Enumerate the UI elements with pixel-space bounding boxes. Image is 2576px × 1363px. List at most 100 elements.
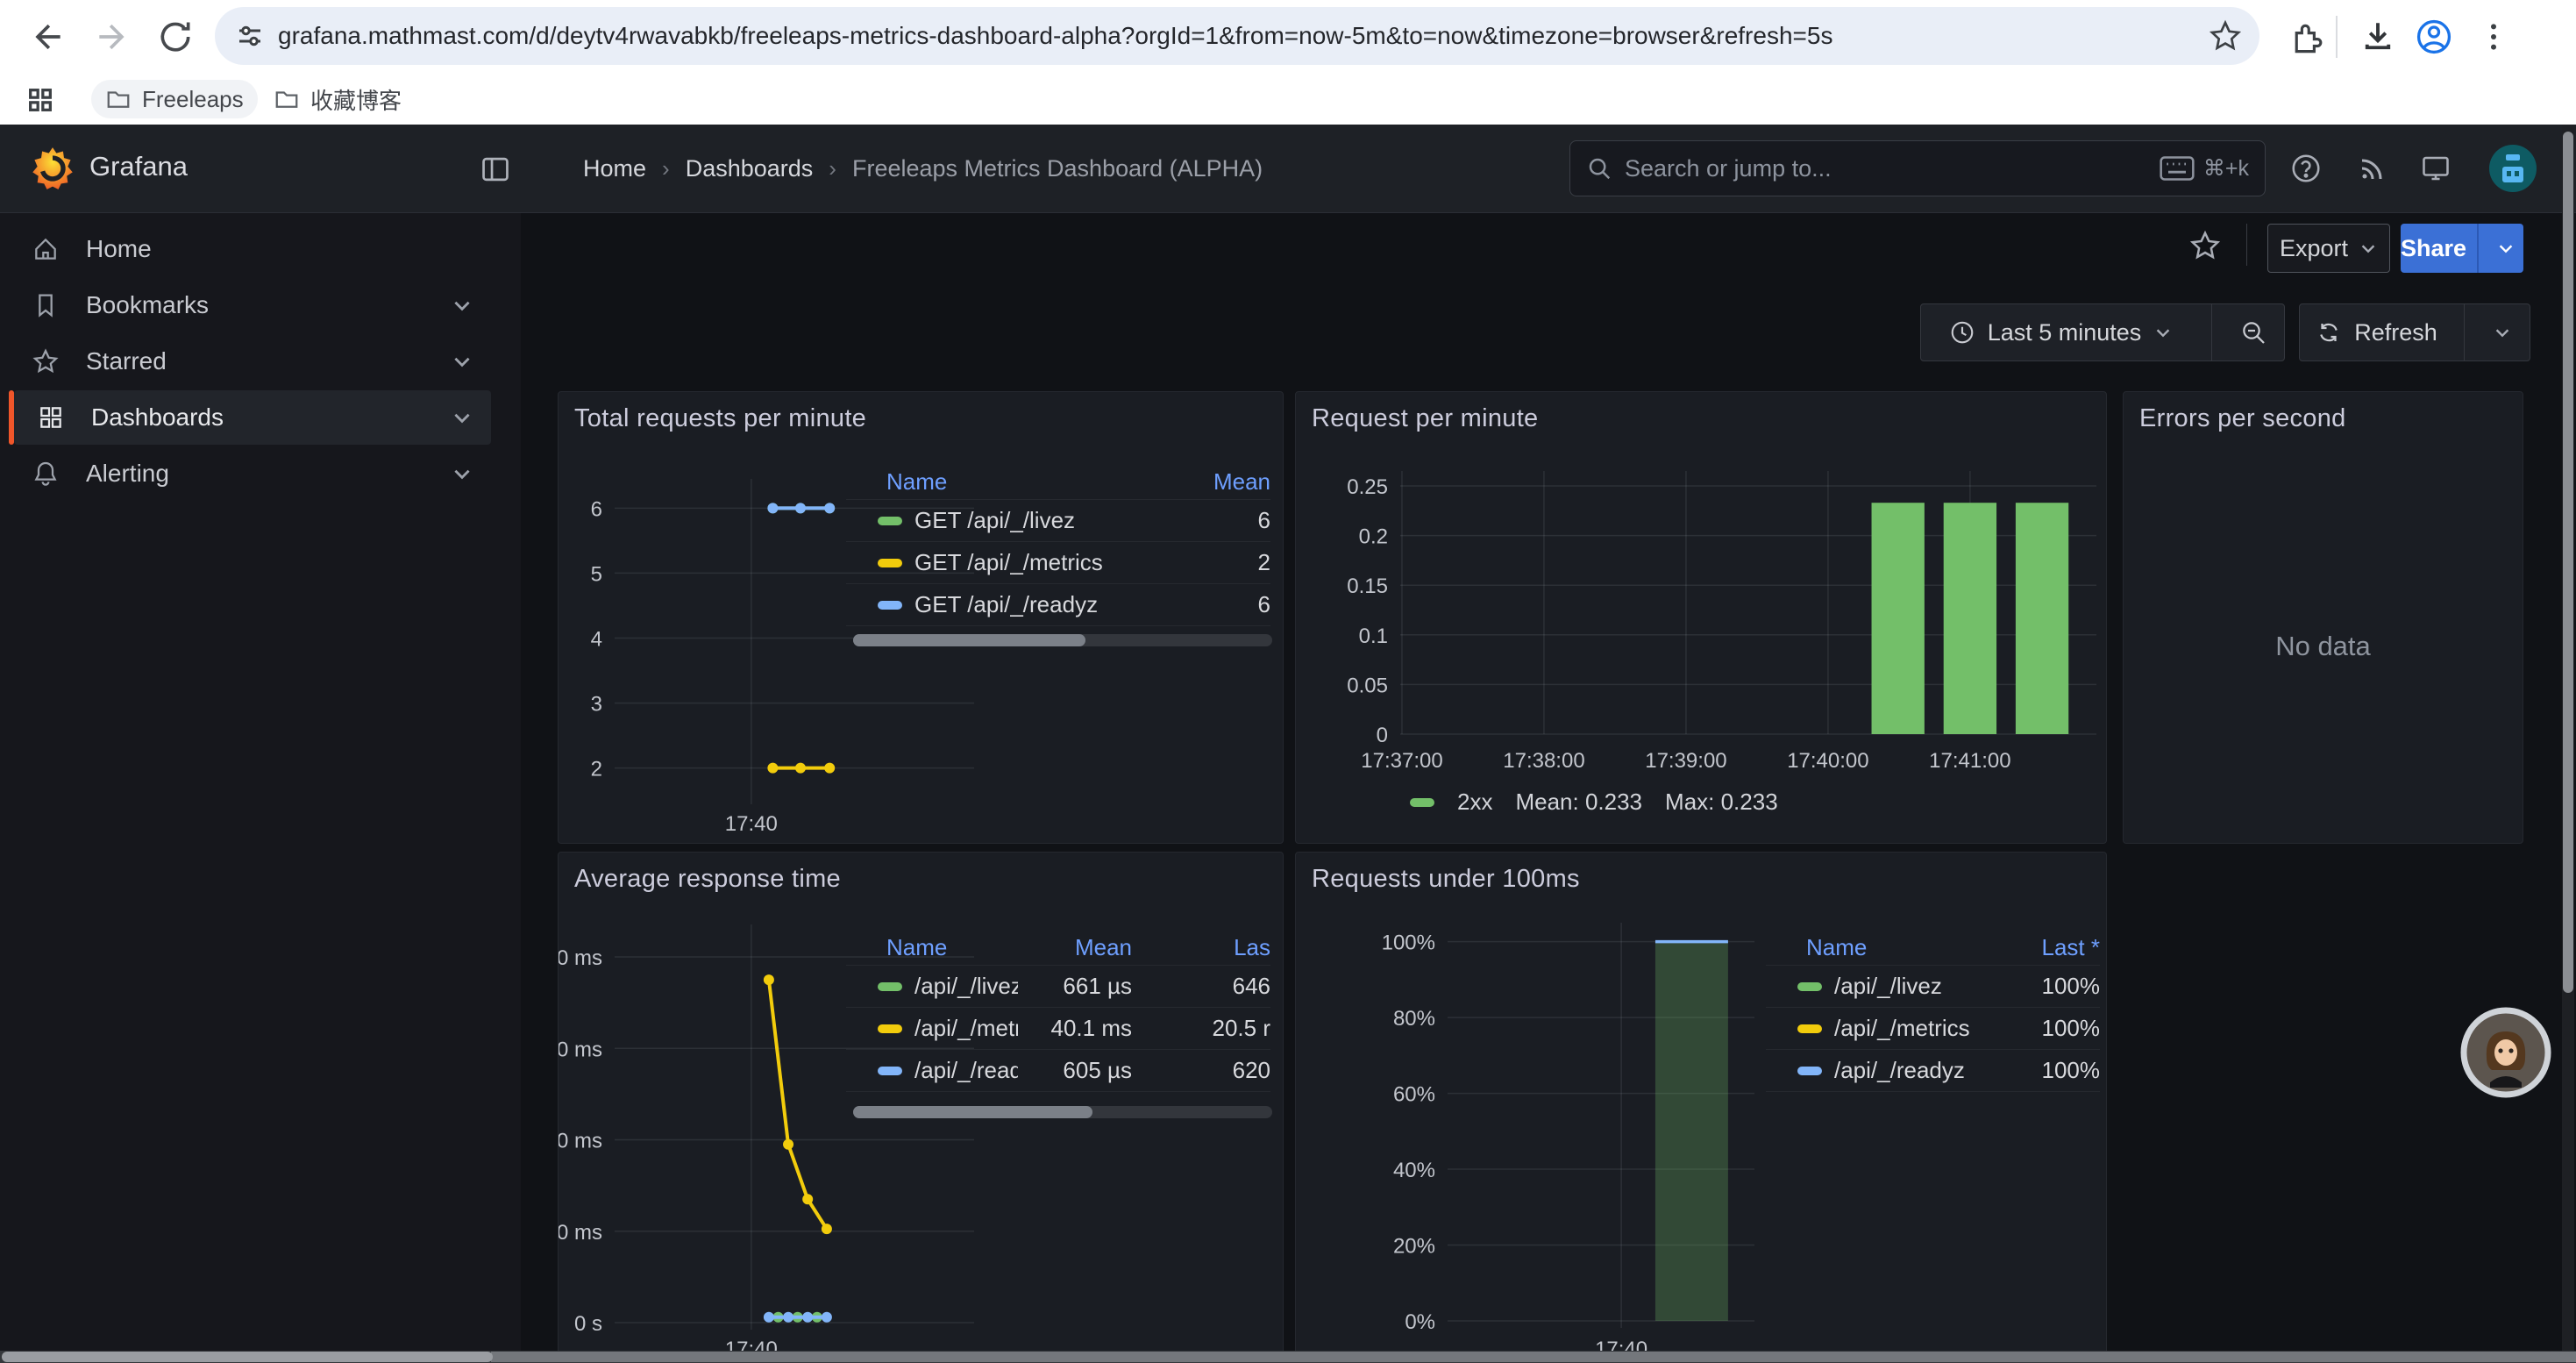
sidebar-item-alerting[interactable]: Alerting <box>9 446 491 501</box>
series-point <box>824 763 835 774</box>
legend-row[interactable]: /api/_/metrics40.1 ms20.5 r <box>846 1007 1270 1049</box>
zoom-out-button[interactable] <box>2223 318 2284 346</box>
legend-scrollbar-thumb[interactable] <box>853 1106 1092 1118</box>
series-name[interactable]: 2xx <box>1457 789 1492 816</box>
y-axis-tick-label: 4 <box>591 628 602 652</box>
side-panel-apps-button[interactable] <box>12 72 68 128</box>
share-menu-button[interactable] <box>2489 239 2523 258</box>
breadcrumb-dashboards[interactable]: Dashboards <box>686 155 814 182</box>
series-point <box>795 503 806 513</box>
legend-header[interactable]: Las <box>1132 934 1270 961</box>
legend-header-row: NameMean <box>846 464 1270 499</box>
series-point <box>822 1224 832 1234</box>
favorite-star-icon[interactable] <box>2188 229 2222 262</box>
legend-row[interactable]: GET /api/_/readyz6 <box>846 583 1270 625</box>
panel-title[interactable]: Average response time <box>574 865 841 894</box>
grafana-logo[interactable] <box>30 146 75 191</box>
grafana-header: Grafana Home › Dashboards › Freeleaps Me… <box>0 125 2576 213</box>
site-settings-icon[interactable] <box>234 20 266 52</box>
legend-row[interactable]: GET /api/_/metrics2 <box>846 541 1270 583</box>
legend-header[interactable]: Mean <box>1174 468 1270 496</box>
floating-assistant-avatar[interactable] <box>2460 1007 2551 1098</box>
panel-title[interactable]: Total requests per minute <box>574 404 866 433</box>
help-button[interactable] <box>2290 153 2322 184</box>
horizontal-scrollbar-thumb[interactable] <box>2 1352 493 1362</box>
browser-forward-button[interactable] <box>84 9 140 65</box>
legend-header[interactable]: Name <box>1806 934 1986 961</box>
back-icon <box>28 18 67 56</box>
series-value: 40.1 ms <box>1018 1015 1132 1042</box>
x-axis-tick-label: 17:40 <box>725 812 778 836</box>
subtoolbar-divider <box>2246 224 2247 266</box>
chevron-down-icon[interactable] <box>451 462 473 485</box>
bar-chart[interactable]: 0.250.20.150.10.05017:37:0017:38:0017:39… <box>1296 392 2108 845</box>
series-point <box>802 1194 813 1204</box>
sidebar-item-dashboards[interactable]: Dashboards <box>14 390 491 445</box>
legend-row[interactable]: /api/_/readyz605 µs620 <box>846 1049 1270 1091</box>
y-axis-tick-label: 40 ms <box>559 1130 602 1153</box>
series-name: /api/_/readyz <box>1834 1057 1965 1084</box>
legend-row[interactable]: /api/_/livez661 µs646 <box>846 965 1270 1007</box>
horizontal-scrollbar-thumb[interactable] <box>491 1352 2576 1362</box>
legend-row[interactable]: /api/_/readyz100% <box>1766 1049 2100 1091</box>
refresh-icon <box>2316 319 2342 346</box>
search-input[interactable]: Search or jump to... ⌘+k <box>1569 140 2266 196</box>
breadcrumb-home[interactable]: Home <box>583 155 646 182</box>
news-button[interactable] <box>2357 153 2388 184</box>
legend-header[interactable]: Name <box>886 934 1018 961</box>
url-text[interactable]: grafana.mathmast.com/d/deytv4rwavabkb/fr… <box>278 22 2191 50</box>
clock-icon <box>1949 319 1975 346</box>
legend-row[interactable]: /api/_/livez100% <box>1766 965 2100 1007</box>
grafana-brand[interactable]: Grafana <box>89 151 188 182</box>
y-axis-tick-label: 0.25 <box>1347 475 1388 499</box>
legend-row[interactable]: GET /api/_/livez6 <box>846 499 1270 541</box>
panel-title[interactable]: Requests under 100ms <box>1312 865 1580 894</box>
refresh-button[interactable]: Refresh <box>2300 319 2453 346</box>
apps-grid-icon <box>25 85 55 115</box>
bookmark-folder-blogs[interactable]: 收藏博客 <box>260 80 416 118</box>
series-value: 100% <box>1986 1015 2100 1042</box>
display-button[interactable] <box>2420 153 2451 184</box>
legend-scrollbar-thumb[interactable] <box>853 634 1085 646</box>
sidebar-item-bookmarks[interactable]: Bookmarks <box>9 278 491 332</box>
time-range-picker[interactable]: Last 5 minutes <box>1921 319 2201 346</box>
vertical-scrollbar-thumb[interactable] <box>2563 132 2573 993</box>
legend-scrollbar[interactable] <box>853 1106 1272 1118</box>
browser-reload-button[interactable] <box>147 9 203 65</box>
panel-request-per-minute: Request per minute 0.250.20.150.10.05017… <box>1295 391 2107 844</box>
legend-header[interactable]: Name <box>886 468 1174 496</box>
bookmark-star-icon[interactable] <box>2209 19 2242 53</box>
series-name: GET /api/_/livez <box>914 507 1075 534</box>
url-bar[interactable]: grafana.mathmast.com/d/deytv4rwavabkb/fr… <box>215 7 2259 65</box>
user-avatar[interactable] <box>2488 144 2537 193</box>
legend-inline[interactable]: 2xx Mean: 0.233 Max: 0.233 <box>1410 789 1778 816</box>
share-button[interactable]: Share <box>2401 224 2523 273</box>
legend-header[interactable]: Mean <box>1018 934 1132 961</box>
downloads-button[interactable] <box>2350 9 2406 65</box>
legend-scrollbar[interactable] <box>853 634 1272 646</box>
dock-menu-icon[interactable] <box>479 153 512 186</box>
browser-back-button[interactable] <box>19 9 75 65</box>
legend-header[interactable]: Last * <box>1986 934 2100 961</box>
sidebar-item-starred[interactable]: Starred <box>9 334 491 389</box>
panel-errors-per-second: Errors per second No data <box>2123 391 2523 844</box>
y-axis-tick-label: 60% <box>1393 1083 1435 1107</box>
x-axis-tick-label: 17:39:00 <box>1645 749 1726 773</box>
series-swatch <box>1797 1067 1822 1075</box>
panel-total-requests-per-minute: Total requests per minute 6543217:40 Nam… <box>558 391 1284 844</box>
export-button[interactable]: Export <box>2267 224 2390 273</box>
profile-button[interactable] <box>2406 9 2462 65</box>
extensions-button[interactable] <box>2276 9 2332 65</box>
share-split-divider <box>2477 224 2479 273</box>
chevron-down-icon[interactable] <box>451 294 473 317</box>
bookmark-folder-freeleaps[interactable]: Freeleaps <box>91 80 258 118</box>
panel-title[interactable]: Request per minute <box>1312 404 1538 433</box>
legend-row[interactable]: /api/_/metrics100% <box>1766 1007 2100 1049</box>
refresh-interval-button[interactable] <box>2475 323 2530 342</box>
chevron-down-icon[interactable] <box>451 350 473 373</box>
sidebar-item-home[interactable]: Home <box>9 222 491 276</box>
chevron-down-icon[interactable] <box>451 406 473 429</box>
panel-title[interactable]: Errors per second <box>2139 404 2346 433</box>
breadcrumb-separator: › <box>829 155 836 182</box>
browser-menu-button[interactable] <box>2466 9 2522 65</box>
